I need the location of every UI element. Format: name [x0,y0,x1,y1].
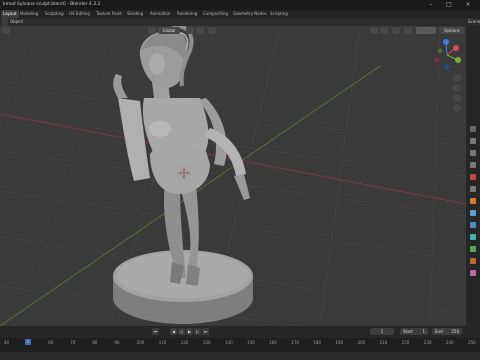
ruler-tick: 100 [136,340,145,345]
end-frame-field[interactable]: End 250 [432,328,462,335]
zoom-icon[interactable] [453,74,461,82]
physics-tab-icon[interactable] [470,234,476,240]
ruler-tick: 240 [446,340,454,345]
ruler-tick: 120 [180,340,189,345]
pan-hand-icon[interactable] [453,84,461,92]
grid-view-icon[interactable] [453,104,461,112]
overlays-icon[interactable] [392,27,400,34]
tab-rendering[interactable]: Rendering [177,10,197,18]
ruler-tick: 130 [202,340,211,345]
options-menu[interactable]: Options [440,27,464,34]
object-tab-icon[interactable] [470,198,476,204]
window-title: kmod Sylvane sculpt.blend] - Blender 4.3… [3,2,101,7]
ruler-tick: 110 [158,340,167,345]
navigation-gizmo[interactable] [430,38,464,120]
tab-uv-editing[interactable]: UV Editing [69,10,90,18]
end-label: End [435,329,443,334]
play-reverse-icon[interactable]: ◁ [178,328,185,335]
play-icon[interactable]: ▶ [186,328,193,335]
start-frame-field[interactable]: Start 1 [400,328,428,335]
viewport-header: Global Options [0,26,466,36]
timeline-header: ⏮ ◀ ◁ ▶ ▷ ⏭ 1 Start 1 End 250 [0,326,480,338]
tab-sculpting[interactable]: Sculpting [45,10,64,18]
tab-modeling[interactable]: Modeling [20,10,38,18]
transform-orientation-select[interactable]: Global [158,27,180,34]
frame-ruler[interactable]: 4050607080901001101201301401501601701801… [0,338,480,352]
start-label: Start [403,329,413,334]
view-layer-tab-icon[interactable] [470,162,476,168]
ruler-tick: 210 [379,340,388,345]
tool-tab-icon[interactable] [470,126,476,132]
ruler-tick: 70 [70,340,76,345]
maximize-button[interactable]: □ [442,0,456,10]
properties-tab-column [466,26,480,326]
ruler-tick: 230 [423,340,432,345]
axis-y-icon[interactable] [455,57,461,63]
ruler-tick: 220 [401,340,410,345]
scene-label: Scene [468,19,480,24]
snap-toggle-icon[interactable] [186,27,194,34]
xray-toggle-icon[interactable] [404,27,412,34]
close-button[interactable]: × [461,0,475,10]
ruler-tick: 190 [335,340,344,345]
3d-viewport[interactable]: Global Options [0,26,466,326]
window-titlebar: kmod Sylvane sculpt.blend] - Blender 4.3… [0,0,480,10]
axis-z-icon[interactable] [443,39,449,45]
status-bar [0,352,480,360]
ruler-tick: 250 [468,340,476,345]
jump-end-icon[interactable]: ⏭ [202,328,209,335]
visibility-icon[interactable] [370,27,378,34]
tab-scripting[interactable]: Scripting [270,10,288,18]
axis-x-icon[interactable] [453,45,459,51]
ruler-tick: 170 [291,340,299,345]
tab-shading[interactable]: Shading [127,10,143,18]
tab-layout[interactable]: Layout [1,10,19,18]
object-mode-icon[interactable] [2,27,10,34]
ruler-tick: 80 [92,340,98,345]
ruler-tick: 180 [313,340,322,345]
next-keyframe-icon[interactable]: ▷ [194,328,201,335]
data-tab-icon[interactable] [470,258,476,264]
output-tab-icon[interactable] [470,150,476,156]
transform-pivot-icon[interactable] [148,27,156,34]
world-tab-icon[interactable] [470,186,476,192]
editor-type-icon[interactable] [2,18,8,26]
tab-texture-paint[interactable]: Texture Paint [96,10,122,18]
minimize-button[interactable]: – [424,0,438,10]
viewport-canvas[interactable] [0,26,466,326]
end-value: 250 [451,329,459,334]
material-tab-icon[interactable] [470,270,476,276]
constraints-tab-icon[interactable] [470,246,476,252]
ruler-tick: 90 [114,340,120,345]
start-value: 1 [422,329,425,334]
ruler-tick: 60 [48,340,54,345]
ruler-tick: 160 [269,340,277,345]
proportional-edit-icon[interactable] [208,27,216,34]
playhead[interactable]: 1 [25,339,31,345]
gizmo-toggle-icon[interactable] [380,27,388,34]
tab-animation[interactable]: Animation [150,10,170,18]
camera-icon[interactable] [453,94,461,102]
editor-header: Object Scene [0,18,480,26]
render-tab-icon[interactable] [470,138,476,144]
ruler-tick: 40 [4,340,10,345]
jump-start-icon[interactable]: ⏮ [152,328,159,335]
snap-target-icon[interactable] [196,27,204,34]
ruler-tick: 200 [357,340,366,345]
modifier-tab-icon[interactable] [470,210,476,216]
ruler-tick: 150 [247,340,255,345]
tab-compositing[interactable]: Compositing [203,10,228,18]
prev-keyframe-icon[interactable]: ◀ [170,328,177,335]
workspace-tabbar: Layout Modeling Sculpting UV Editing Tex… [0,10,480,28]
tab-geometry-nodes[interactable]: Geometry Nodes [233,10,267,18]
shading-modes[interactable] [416,27,436,34]
scene-tab-icon[interactable] [470,174,476,180]
particles-tab-icon[interactable] [470,222,476,228]
current-frame-field[interactable]: 1 [370,328,394,335]
ruler-tick: 140 [225,340,233,345]
menu-object[interactable]: Object [10,18,23,26]
